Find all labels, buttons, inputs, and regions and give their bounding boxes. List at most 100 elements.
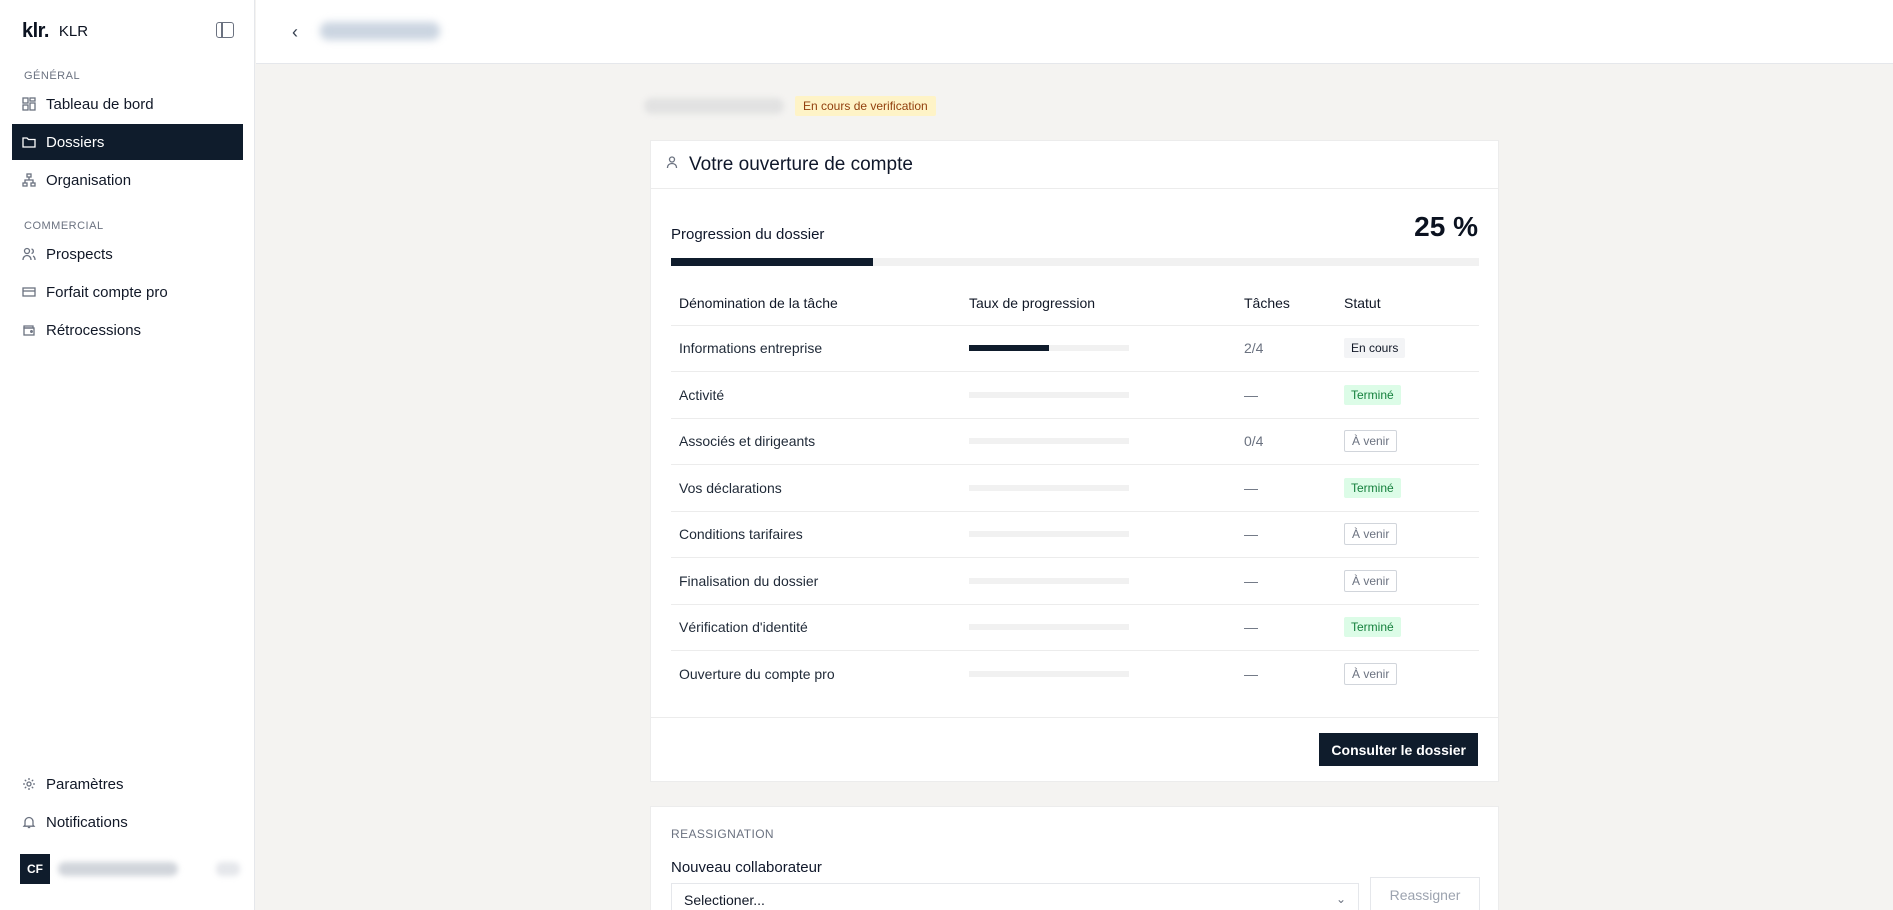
status-badge: À venir	[1344, 569, 1398, 592]
table-row[interactable]: Vos déclarations — Terminé	[671, 464, 1479, 512]
task-count: —	[1236, 371, 1336, 419]
back-chevron-icon[interactable]: ‹	[292, 22, 298, 43]
status-badge: À venir	[1344, 523, 1398, 546]
task-count: —	[1236, 464, 1336, 512]
task-name: Informations entreprise	[671, 325, 961, 372]
task-count: —	[1236, 511, 1336, 558]
sidebar-item-label: Prospects	[46, 245, 113, 263]
task-progress-bar	[969, 345, 1129, 352]
task-status-cell: Terminé	[1336, 371, 1479, 419]
users-icon	[22, 247, 36, 261]
task-status-cell: En cours	[1336, 325, 1479, 372]
sidebar-item-parametres[interactable]: Paramètres	[12, 766, 243, 802]
task-status-cell: À venir	[1336, 557, 1479, 605]
section-label-commercial: COMMERCIAL	[24, 220, 104, 232]
task-name: Conditions tarifaires	[671, 511, 961, 558]
sidebar-item-forfait-compte-pro[interactable]: Forfait compte pro	[12, 274, 243, 310]
sidebar-item-label: Rétrocessions	[46, 321, 142, 339]
table-row[interactable]: Informations entreprise 2/4 En cours	[671, 325, 1479, 372]
status-badge: Terminé	[1344, 384, 1401, 405]
sidebar-item-label: Tableau de bord	[46, 95, 154, 113]
table-row[interactable]: Vérification d'identité — Terminé	[671, 604, 1479, 651]
card-icon	[22, 285, 36, 299]
reassign-button[interactable]: Reassigner	[1370, 877, 1480, 910]
sidebar-item-label: Dossiers	[46, 133, 105, 151]
column-header-status: Statut	[1336, 281, 1479, 326]
task-count: 2/4	[1236, 325, 1336, 372]
task-status-cell: À venir	[1336, 511, 1479, 558]
collaborator-field-label: Nouveau collaborateur	[671, 859, 822, 876]
task-progress-bar	[969, 484, 1129, 491]
task-name: Ouverture du compte pro	[679, 666, 835, 682]
sidebar-item-tableau-de-bord[interactable]: Tableau de bord	[12, 86, 243, 122]
user-menu[interactable]: CF	[20, 852, 240, 886]
status-badge: En cours de verification	[795, 96, 936, 116]
sidebar-collapse-icon[interactable]	[216, 22, 234, 38]
user-name-redacted	[58, 862, 178, 876]
progress-bar	[671, 258, 1479, 266]
task-progress-cell	[961, 325, 1236, 372]
sidebar-item-retrocessions[interactable]: Rétrocessions	[12, 312, 243, 348]
user-menu-redacted	[216, 862, 240, 876]
sidebar-item-notifications[interactable]: Notifications	[12, 804, 243, 840]
sidebar-item-dossiers[interactable]: Dossiers	[12, 124, 243, 160]
avatar: CF	[20, 854, 50, 884]
card-title: Votre ouverture de compte	[689, 153, 913, 175]
column-header-progress: Taux de progression	[961, 281, 1236, 326]
status-badge: À venir	[1344, 663, 1398, 685]
status-badge: Terminé	[1344, 477, 1401, 498]
sidebar-item-organisation[interactable]: Organisation	[12, 162, 243, 198]
sidebar: klr. KLR GÉNÉRAL Tableau de bord Dossier…	[0, 0, 255, 910]
topbar: ‹	[256, 0, 1893, 64]
table-row[interactable]: Finalisation du dossier — À venir	[671, 557, 1479, 605]
task-progress-cell	[961, 511, 1236, 558]
task-status-cell: À venir	[1336, 418, 1479, 465]
task-progress-cell	[961, 651, 1236, 698]
table-row[interactable]: Conditions tarifaires — À venir	[671, 511, 1479, 558]
task-progress-bar	[969, 438, 1129, 445]
task-progress-cell	[961, 557, 1236, 605]
table-row[interactable]: Ouverture du compte pro — À venir	[671, 651, 1479, 698]
task-name: Activité	[671, 371, 961, 419]
status-badge: À venir	[1344, 430, 1398, 453]
section-label-general: GÉNÉRAL	[24, 70, 81, 82]
task-progress-cell	[961, 418, 1236, 465]
page-title-redacted	[320, 22, 440, 40]
task-progress-fill	[969, 345, 1049, 352]
collaborator-select-value: Selectioner...	[684, 892, 765, 908]
table-row[interactable]: Associés et dirigeants 0/4 À venir	[671, 418, 1479, 465]
task-progress-cell	[961, 464, 1236, 512]
task-name: Associés et dirigeants	[671, 418, 961, 465]
account-opening-card: Votre ouverture de compte Progression du…	[650, 140, 1499, 782]
task-progress-cell	[961, 371, 1236, 419]
progress-label: Progression du dossier	[671, 226, 825, 243]
sidebar-item-prospects[interactable]: Prospects	[12, 236, 243, 272]
task-name: Finalisation du dossier	[671, 557, 961, 605]
task-status-cell: À venir	[1336, 651, 1479, 698]
task-count: 0/4	[1236, 418, 1336, 465]
brand-name: KLR	[58, 23, 89, 40]
reassign-card: REASSIGNATION Nouveau collaborateur Sele…	[650, 806, 1499, 910]
user-icon	[665, 155, 679, 174]
collaborator-select[interactable]: Selectioner... ⌄	[671, 883, 1359, 910]
sidebar-item-label: Paramètres	[46, 775, 124, 793]
gear-icon	[22, 777, 36, 791]
brand[interactable]: klr. KLR	[22, 20, 88, 43]
table-row[interactable]: Activité — Terminé	[671, 371, 1479, 419]
task-status-cell: Terminé	[1336, 464, 1479, 512]
sidebar-item-label: Notifications	[46, 813, 128, 831]
task-progress-cell	[961, 604, 1236, 651]
dossier-name-redacted	[644, 98, 784, 114]
task-status-cell: Terminé	[1336, 604, 1479, 651]
table-header-row: Dénomination de la tâche Taux de progres…	[671, 281, 1479, 326]
wallet-icon	[22, 323, 36, 337]
task-count: —	[1244, 666, 1258, 682]
chevron-down-icon: ⌄	[1335, 892, 1346, 906]
consult-dossier-button[interactable]: Consulter le dossier	[1319, 733, 1478, 766]
task-name: Vos déclarations	[671, 464, 961, 512]
column-header-tasks: Tâches	[1236, 281, 1336, 326]
status-badge: Terminé	[1344, 617, 1401, 638]
brand-logo: klr.	[22, 20, 49, 42]
progress-bar-fill	[671, 258, 873, 266]
status-badge: En cours	[1344, 338, 1406, 359]
